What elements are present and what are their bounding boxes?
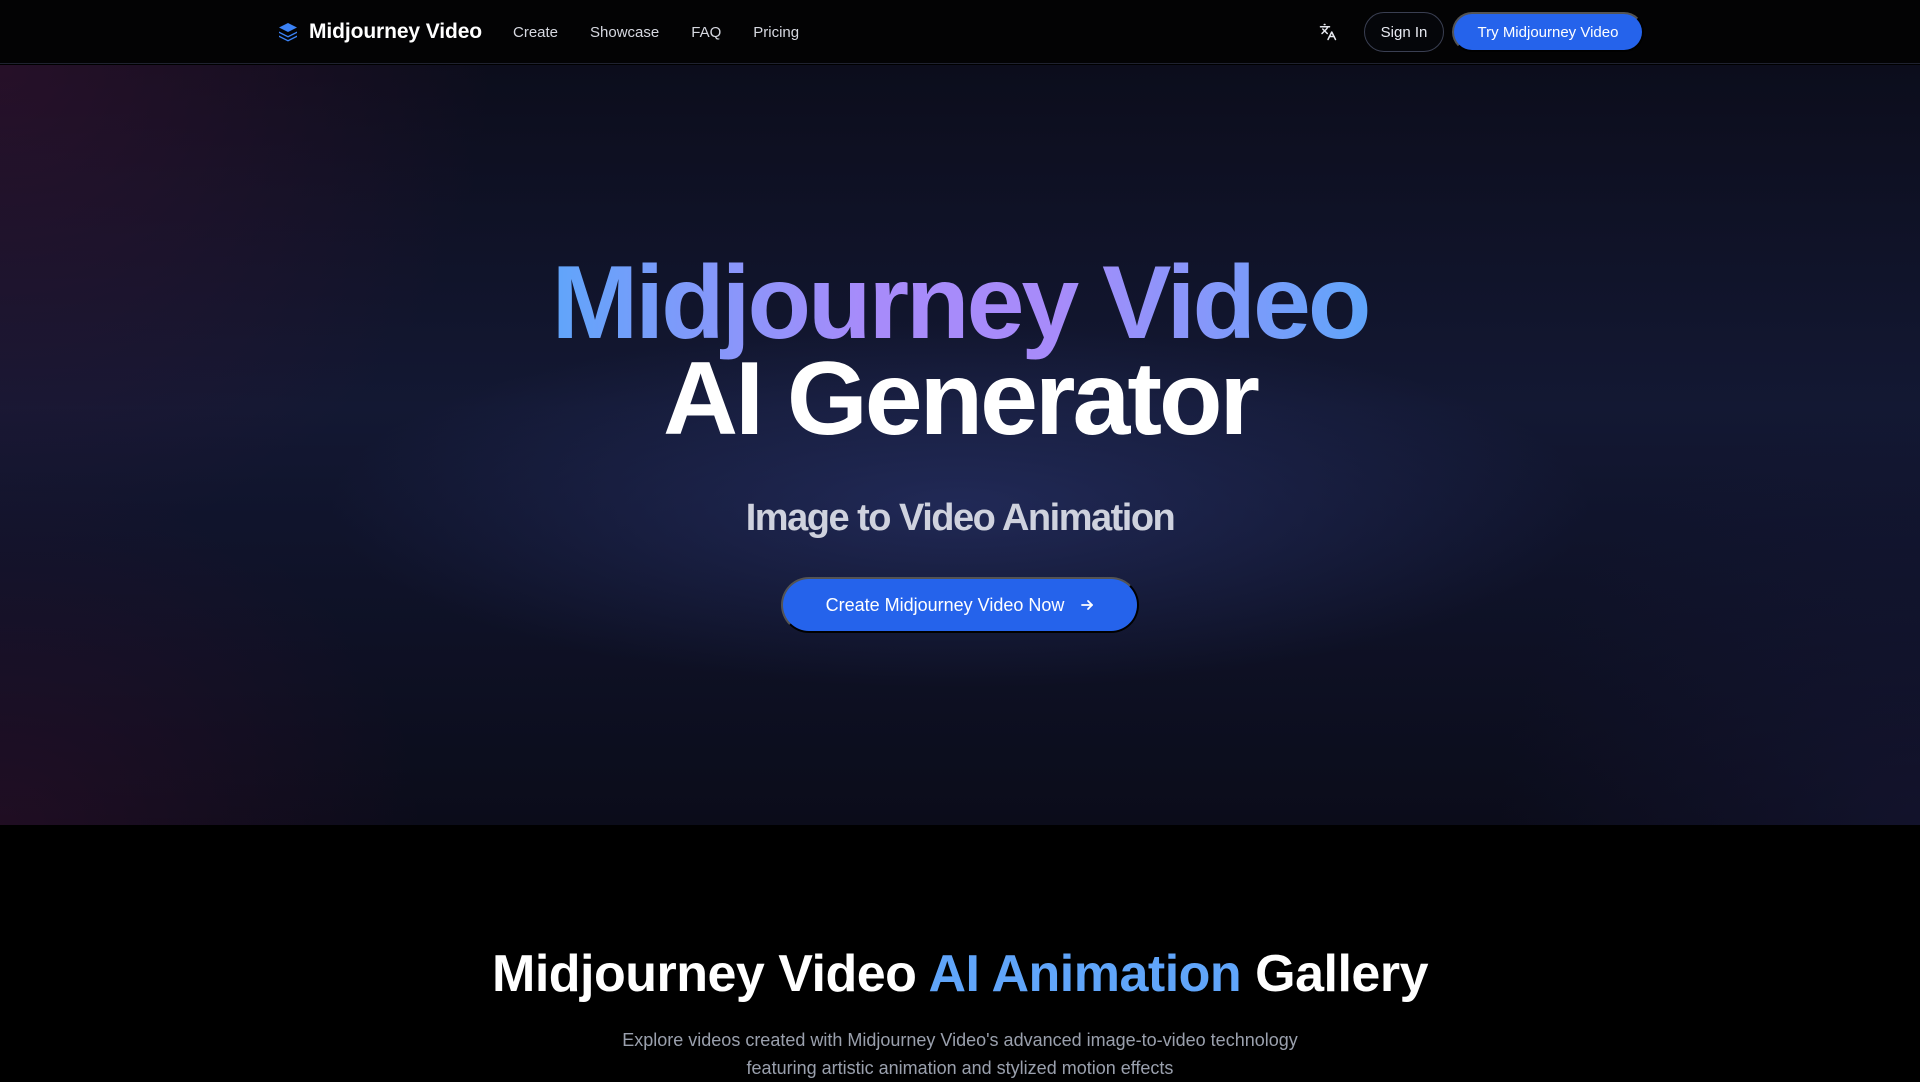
create-video-cta-button[interactable]: Create Midjourney Video Now	[781, 577, 1139, 633]
gallery-title-part1: Midjourney Video	[492, 945, 917, 1003]
layers-logo-icon	[279, 23, 297, 42]
primary-nav: Create Showcase FAQ Pricing	[513, 20, 799, 44]
gallery-title-part2: Gallery	[1255, 945, 1428, 1003]
try-midjourney-video-button[interactable]: Try Midjourney Video	[1452, 12, 1644, 52]
gallery-title: Midjourney Video AI Animation Gallery	[0, 944, 1920, 1004]
language-switch-button[interactable]	[1316, 20, 1340, 44]
arrow-right-icon	[1081, 600, 1094, 610]
gallery-description: Explore videos created with Midjourney V…	[622, 1030, 1298, 1078]
brand-name: Midjourney Video	[309, 20, 483, 43]
top-navigation-bar: Midjourney Video Create Showcase FAQ Pri…	[0, 0, 1920, 64]
nav-link-create[interactable]: Create	[513, 24, 558, 41]
nav-link-faq[interactable]: FAQ	[691, 24, 721, 41]
gallery-title-accent: AI Animation	[928, 945, 1242, 1003]
cta-label: Create Midjourney Video Now	[825, 594, 1065, 615]
brand-logo-link[interactable]: Midjourney Video	[276, 18, 482, 46]
sign-in-button[interactable]: Sign In	[1364, 12, 1444, 52]
hero-subtitle: Image to Video Animation	[745, 497, 1176, 539]
translate-icon	[1319, 23, 1337, 41]
hero-title-line2: AI Generator	[663, 341, 1260, 457]
nav-link-showcase[interactable]: Showcase	[590, 24, 659, 41]
nav-link-pricing[interactable]: Pricing	[753, 24, 799, 41]
hero-section: Midjourney Video AI Generator Image to V…	[0, 65, 1920, 825]
gallery-section: Midjourney Video AI Animation Gallery Ex…	[0, 825, 1920, 1080]
